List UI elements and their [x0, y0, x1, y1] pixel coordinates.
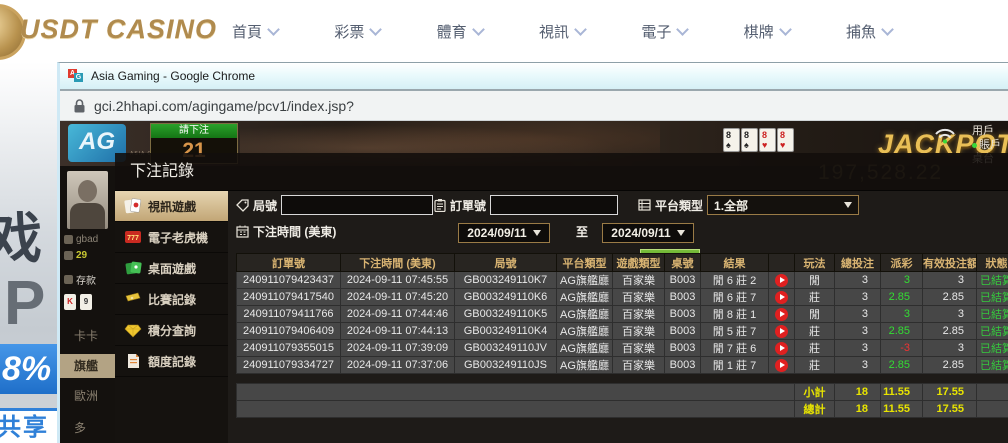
- chevron-down-icon: [676, 23, 689, 36]
- chevron-down-icon: [267, 23, 280, 36]
- lobby-item-active[interactable]: 旗艦: [60, 354, 115, 378]
- bet-records-table: 訂單號 下注時間 (美東) 局號 平台類型 遊戲類型 桌號 結果 玩法 總投注: [236, 253, 1008, 443]
- jackpot-cards: 8♠ 8♠ 8♥ 8♥: [723, 128, 795, 152]
- dropdown-arrow-icon: [677, 230, 685, 236]
- table-row: 2409110794175402024-09-11 07:45:20 GB003…: [237, 289, 1008, 306]
- date-from-picker[interactable]: 2024/09/11: [458, 223, 550, 243]
- dropdown-arrow-icon: [533, 230, 541, 236]
- date-to-picker[interactable]: 2024/09/11: [602, 223, 694, 243]
- nav-item-cards[interactable]: 棋牌: [744, 21, 790, 42]
- nav-item-sports[interactable]: 體育: [437, 21, 483, 42]
- table-row: 2409110794117662024-09-11 07:44:46 GB003…: [237, 306, 1008, 323]
- chevron-down-icon: [369, 23, 382, 36]
- total-row: 總計 18 11.55 17.55: [237, 401, 1008, 418]
- url-bar[interactable]: gci.2hhapi.com/agingame/pcv1/index.jsp?: [60, 91, 1008, 121]
- round-label: 局號: [253, 197, 277, 214]
- replay-button[interactable]: [775, 342, 788, 355]
- order-label: 訂單號: [450, 197, 486, 214]
- tab-points-query[interactable]: 積分查詢: [115, 315, 228, 346]
- chevron-down-icon: [472, 23, 485, 36]
- chevron-down-icon: [574, 23, 587, 36]
- platform-type-icon: [638, 199, 651, 211]
- platform-label: 平台類型: [655, 197, 703, 214]
- tab-credit-records[interactable]: 額度記錄: [115, 346, 228, 377]
- wifi-icon: [934, 127, 956, 145]
- deposit-icon: [64, 275, 73, 284]
- tab-table-games[interactable]: 桌面遊戲: [115, 253, 228, 284]
- document-icon: [124, 353, 142, 369]
- panel-title: 下注記錄: [115, 153, 1008, 191]
- online-dot-icon: [972, 143, 977, 148]
- lobby-item[interactable]: 卡卡: [60, 324, 115, 348]
- diamond-icon: [124, 322, 142, 338]
- client-sidebar: gbad 29 存款 K 9 卡卡 旗艦 歐洲 多: [60, 166, 115, 443]
- banner-glyph: P: [4, 268, 45, 339]
- subtotal-row: 小計 18 11.55 17.55: [237, 384, 1008, 401]
- nav-item-lottery[interactable]: 彩票: [334, 21, 380, 42]
- to-label: 至: [576, 223, 588, 240]
- username-row: gbad: [64, 234, 98, 245]
- banner-glyph: 戏: [0, 194, 42, 273]
- promo-banner: 戏 P 8% 共享: [0, 62, 57, 443]
- tab-match-records[interactable]: 比賽記錄: [115, 284, 228, 315]
- deposit-button[interactable]: 存款: [64, 272, 96, 287]
- replay-button[interactable]: [775, 325, 788, 338]
- bet-record-panel: 下注記錄 視訊遊戲 77: [115, 153, 1008, 443]
- user-icon: [64, 235, 73, 244]
- panel-tabs: 視訊遊戲 777 電子老虎機: [115, 191, 229, 443]
- ag-favicon: A G: [68, 69, 84, 83]
- replay-button[interactable]: [775, 308, 788, 321]
- table-header-row: 訂單號 下注時間 (美東) 局號 平台類型 遊戲類型 桌號 結果 玩法 總投注: [237, 254, 1008, 272]
- tab-slots[interactable]: 777 電子老虎機: [115, 222, 228, 253]
- avatar: [67, 171, 108, 229]
- order-input[interactable]: [490, 195, 618, 215]
- round-tag-icon: [236, 199, 249, 212]
- replay-button[interactable]: [775, 274, 788, 287]
- replay-button[interactable]: [775, 359, 788, 372]
- platform-select[interactable]: 1.全部: [707, 195, 859, 215]
- replay-button[interactable]: [775, 291, 788, 304]
- site-logo: USDT CASINO: [20, 14, 217, 45]
- lock-icon: [74, 99, 85, 113]
- table-row: 2409110794064092024-09-11 07:44:13 GB003…: [237, 323, 1008, 340]
- playing-cards-icon: [124, 198, 142, 214]
- balance-row: 29: [64, 250, 87, 261]
- calendar-icon: [236, 225, 249, 238]
- panel-content: 局號 訂單號: [228, 191, 1008, 443]
- banner-share-text: 共享: [0, 408, 57, 443]
- nav-item-live[interactable]: 視訊: [539, 21, 585, 42]
- ag-game-frame: AG ASIA GAMING 請下注 21 8♠ 8♠ 8♥ 8♥ JACKPO…: [60, 121, 1008, 443]
- recent-cards: K 9: [64, 294, 93, 310]
- window-title: Asia Gaming - Google Chrome: [91, 69, 255, 83]
- order-clipboard-icon: [434, 199, 446, 212]
- window-titlebar[interactable]: A G Asia Gaming - Google Chrome: [60, 63, 1008, 91]
- svg-text:777: 777: [127, 235, 139, 242]
- lobby-item[interactable]: 多: [60, 416, 115, 440]
- table-row: 2409110794234372024-09-11 07:45:55 GB003…: [237, 272, 1008, 289]
- chevron-down-icon: [881, 23, 894, 36]
- nav-item-fishing[interactable]: 捕魚: [846, 21, 892, 42]
- lobby-item[interactable]: 歐洲: [60, 384, 115, 408]
- main-nav: 首頁 彩票 體育 視訊 電子 棋牌 捕魚: [232, 0, 892, 62]
- table-row: 2409110793347272024-09-11 07:37:06 GB003…: [237, 357, 1008, 374]
- dropdown-arrow-icon: [844, 202, 852, 208]
- table-row: 2409110793550152024-09-11 07:39:09 GB003…: [237, 340, 1008, 357]
- tab-video-games[interactable]: 視訊遊戲: [115, 191, 228, 222]
- nav-item-home[interactable]: 首頁: [232, 21, 278, 42]
- banner-percent: 8%: [0, 344, 57, 394]
- table-games-icon: [124, 260, 142, 276]
- moneybag-icon: [64, 251, 73, 260]
- chevron-down-icon: [779, 23, 792, 36]
- bet-time-label: 下注時間 (美東): [253, 223, 336, 240]
- slot-777-icon: 777: [124, 229, 142, 245]
- round-input[interactable]: [281, 195, 433, 215]
- chrome-window: A G Asia Gaming - Google Chrome gci.2hha…: [57, 62, 1008, 443]
- nav-item-slots[interactable]: 電子: [641, 21, 687, 42]
- site-header: USDT CASINO 首頁 彩票 體育 視訊 電子 棋牌 捕魚: [0, 0, 1008, 62]
- url-text: gci.2hhapi.com/agingame/pcv1/index.jsp?: [94, 98, 354, 114]
- ticket-icon: [124, 291, 142, 307]
- bet-prompt: 請下注: [151, 124, 237, 138]
